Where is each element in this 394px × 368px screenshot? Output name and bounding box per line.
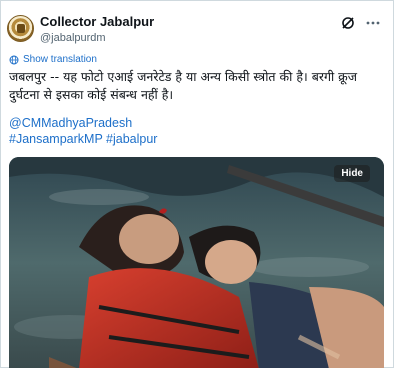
show-translation-label: Show translation bbox=[23, 54, 97, 65]
author-avatar[interactable] bbox=[7, 15, 34, 42]
author-name[interactable]: Collector Jabalpur bbox=[40, 14, 154, 29]
show-translation-link[interactable]: Show translation bbox=[9, 54, 97, 65]
post-mentions: @CMMadhyaPradesh #JansamparkMP #jabalpur bbox=[9, 115, 157, 147]
hashtag-links[interactable]: #JansamparkMP #jabalpur bbox=[9, 131, 157, 147]
hide-media-button[interactable]: Hide bbox=[334, 165, 370, 182]
post-image[interactable]: Hide bbox=[9, 157, 384, 368]
author-handle[interactable]: @jabalpurdm bbox=[40, 32, 106, 44]
post-text: जबलपुर -- यह फोटो एआई जनरेटेड है या अन्य… bbox=[9, 69, 358, 102]
mention-link[interactable]: @CMMadhyaPradesh bbox=[9, 115, 157, 131]
post-card: Collector Jabalpur @jabalpurdm Show tran… bbox=[0, 0, 394, 368]
more-options-icon[interactable] bbox=[365, 15, 381, 31]
globe-icon bbox=[9, 55, 19, 64]
grok-icon[interactable] bbox=[341, 16, 355, 30]
post-header: Collector Jabalpur @jabalpurdm bbox=[7, 11, 385, 47]
flood-photo bbox=[9, 157, 384, 368]
